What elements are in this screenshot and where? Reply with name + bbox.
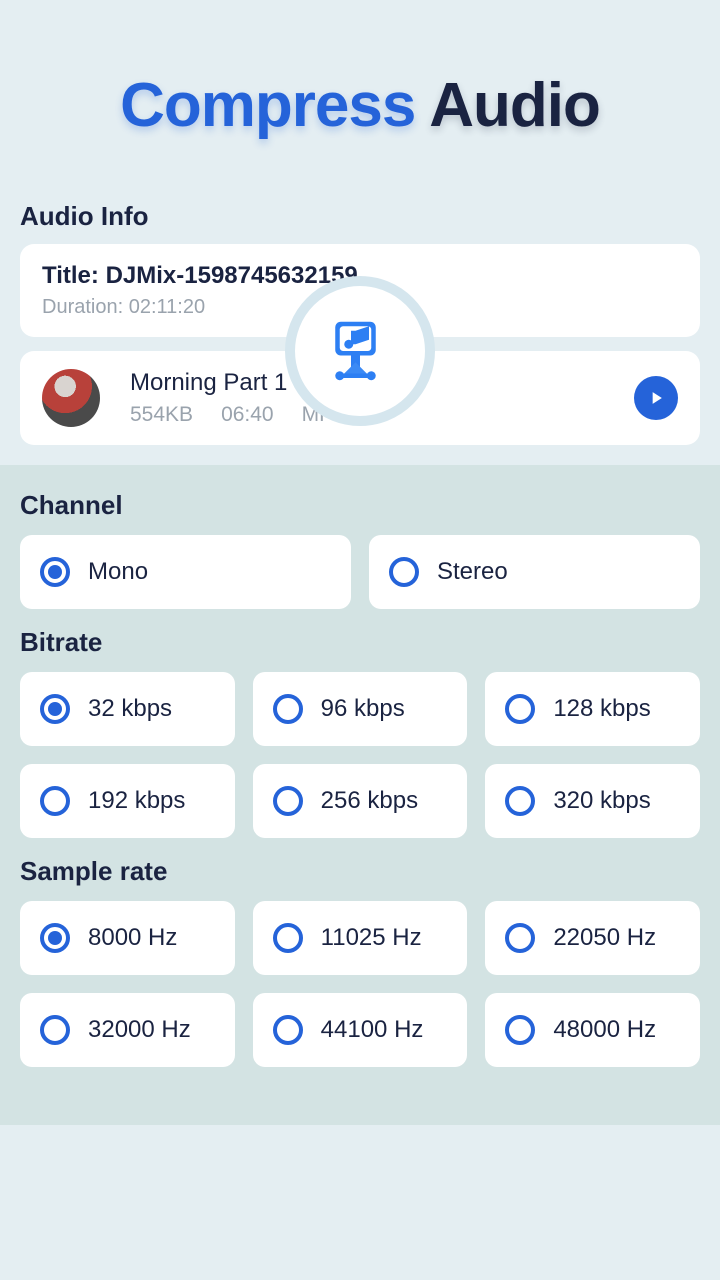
bitrate-option-32-kbps[interactable]: 32 kbps <box>20 672 235 746</box>
file-duration-value: 02:11:20 <box>129 296 205 318</box>
track-length: 06:40 <box>221 403 274 427</box>
file-title-label: Title: <box>42 262 106 289</box>
sample-rate-group: Sample rate 8000 Hz 11025 Hz 22050 Hz 32000… <box>0 856 720 1085</box>
radio-icon <box>40 1015 70 1045</box>
compress-icon <box>324 315 396 387</box>
bitrate-option-label: 128 kbps <box>553 695 650 723</box>
sample-rate-option-32000-hz[interactable]: 32000 Hz <box>20 993 235 1067</box>
sample-rate-option-11025-hz[interactable]: 11025 Hz <box>253 901 468 975</box>
radio-icon <box>505 786 535 816</box>
sample-rate-option-48000-hz[interactable]: 48000 Hz <box>485 993 700 1067</box>
radio-icon <box>273 786 303 816</box>
radio-icon <box>505 923 535 953</box>
bitrate-option-label: 256 kbps <box>321 787 418 815</box>
radio-icon <box>40 694 70 724</box>
bitrate-group: Bitrate 32 kbps 96 kbps 128 kbps 192 kbps 25… <box>0 627 720 856</box>
play-icon <box>646 388 666 408</box>
radio-icon <box>40 786 70 816</box>
sample-rate-option-label: 8000 Hz <box>88 924 177 952</box>
radio-icon <box>40 923 70 953</box>
sample-rate-option-label: 11025 Hz <box>321 924 422 952</box>
sample-rate-label: Sample rate <box>20 856 700 901</box>
sample-rate-option-44100-hz[interactable]: 44100 Hz <box>253 993 468 1067</box>
audio-info-label: Audio Info <box>0 201 720 244</box>
radio-icon <box>40 557 70 587</box>
bitrate-option-320-kbps[interactable]: 320 kbps <box>485 764 700 838</box>
radio-icon <box>273 923 303 953</box>
track-size: 554KB <box>130 403 193 427</box>
channel-option-stereo[interactable]: Stereo <box>369 535 700 609</box>
bitrate-option-label: 192 kbps <box>88 787 185 815</box>
bitrate-option-192-kbps[interactable]: 192 kbps <box>20 764 235 838</box>
channel-group: Channel Mono Stereo <box>0 490 720 627</box>
sample-rate-option-22050-hz[interactable]: 22050 Hz <box>485 901 700 975</box>
sample-rate-option-label: 44100 Hz <box>321 1016 424 1044</box>
bitrate-label: Bitrate <box>20 627 700 672</box>
title-part-1: Compress <box>120 71 415 140</box>
radio-icon <box>505 1015 535 1045</box>
channel-option-label: Stereo <box>437 558 508 586</box>
channel-option-label: Mono <box>88 558 148 586</box>
play-button[interactable] <box>634 376 678 420</box>
radio-icon <box>273 694 303 724</box>
bitrate-option-label: 320 kbps <box>553 787 650 815</box>
track-thumbnail <box>42 369 100 427</box>
sample-rate-option-label: 48000 Hz <box>553 1016 656 1044</box>
sample-rate-option-label: 32000 Hz <box>88 1016 191 1044</box>
channel-label: Channel <box>20 490 700 535</box>
radio-icon <box>505 694 535 724</box>
sample-rate-option-8000-hz[interactable]: 8000 Hz <box>20 901 235 975</box>
file-duration-label: Duration: <box>42 296 129 318</box>
radio-icon <box>389 557 419 587</box>
channel-option-mono[interactable]: Mono <box>20 535 351 609</box>
compress-badge <box>285 276 435 426</box>
bitrate-option-256-kbps[interactable]: 256 kbps <box>253 764 468 838</box>
audio-info-cards: Title: DJMix-1598745632159 Duration: 02:… <box>0 244 720 445</box>
title-part-2: Audio <box>429 71 600 140</box>
bitrate-option-label: 32 kbps <box>88 695 172 723</box>
bitrate-option-96-kbps[interactable]: 96 kbps <box>253 672 468 746</box>
file-title-value: DJMix-1598745632159 <box>106 262 358 289</box>
bitrate-option-128-kbps[interactable]: 128 kbps <box>485 672 700 746</box>
bitrate-option-label: 96 kbps <box>321 695 405 723</box>
page-title: Compress Audio <box>0 0 720 201</box>
radio-icon <box>273 1015 303 1045</box>
sample-rate-option-label: 22050 Hz <box>553 924 656 952</box>
